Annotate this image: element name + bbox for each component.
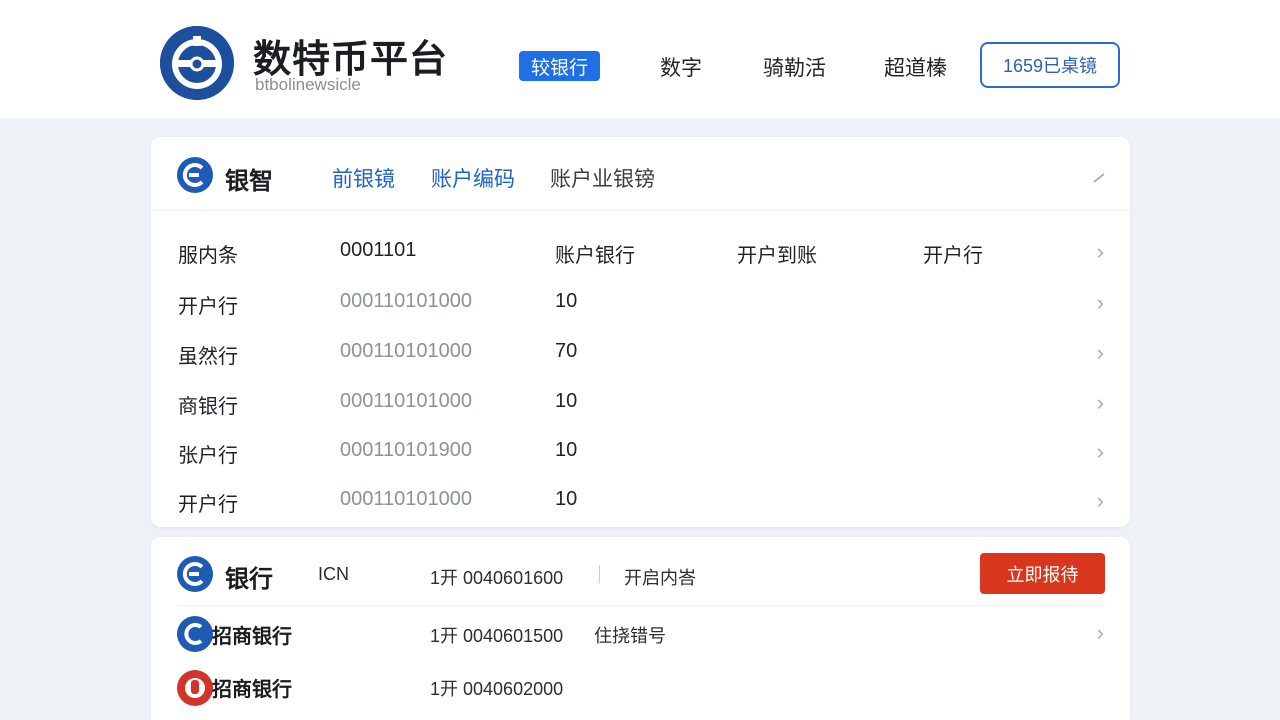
chevron-right-icon: › xyxy=(1096,488,1104,513)
card-divider xyxy=(177,605,1106,606)
table-row[interactable]: 开户行 000110101000 10 › xyxy=(151,476,1130,524)
nav-item-1[interactable]: 较银行 xyxy=(519,51,601,81)
chevron-right-icon: › xyxy=(1096,340,1104,365)
brand-logo-icon[interactable] xyxy=(160,26,234,100)
column-label: ICN xyxy=(318,564,349,584)
account-code: 1开 0040601500 xyxy=(430,626,564,646)
chevron-right-icon: › xyxy=(1096,239,1104,264)
row-value: 10 xyxy=(555,390,578,412)
brand-subtitle: btbolinewsicle xyxy=(255,75,361,94)
row-code: 000110101000 xyxy=(340,290,472,312)
table-row[interactable]: 开户行 000110101000 10 › xyxy=(151,278,1130,326)
bank-row[interactable]: 招商银行 1开 0040601500 住挠错号 › xyxy=(151,607,1130,659)
bank-name: 招商银行 xyxy=(212,626,292,648)
row-value: 10 xyxy=(555,290,578,312)
separator xyxy=(599,565,600,583)
row-label: 张户行 xyxy=(178,445,238,467)
account-code: 1开 0040601600 xyxy=(430,568,564,588)
row-label: 开户行 xyxy=(178,494,238,516)
chevron-right-icon: › xyxy=(1096,620,1104,645)
chevron-right-icon: › xyxy=(1096,390,1104,415)
header-cell-1: 服内条 xyxy=(178,245,238,267)
account-note: 开启内峇 xyxy=(624,568,696,588)
header-cell-3: 账户银行 xyxy=(555,245,635,267)
tab-3[interactable]: 账户业银镑 xyxy=(550,163,655,193)
account-card: 银智 前银镜 账户编码 账户业银镑 服内条 0001101 账户银行 开户到账 … xyxy=(151,137,1130,527)
header-cell-2: 0001101 xyxy=(340,239,417,261)
chevron-right-icon: › xyxy=(1096,439,1104,464)
bank-logo-icon xyxy=(177,556,213,592)
tab-1[interactable]: 前银镜 xyxy=(332,163,395,193)
bank-logo-icon xyxy=(177,670,213,706)
row-value: 70 xyxy=(555,340,578,362)
card-title: 银行 xyxy=(225,566,273,593)
chevron-right-icon: › xyxy=(1096,290,1104,315)
header-cta-button[interactable]: 1659已桌镜 xyxy=(980,42,1120,88)
nav-item-3[interactable]: 骑勒活 xyxy=(763,52,826,82)
card-title: 银智 xyxy=(225,168,273,195)
table-header-row[interactable]: 服内条 0001101 账户银行 开户到账 开户行 › xyxy=(151,227,1130,275)
bank-name: 招商银行 xyxy=(212,679,292,701)
bank-logo-icon xyxy=(177,157,213,193)
top-header: 数特币平台 btbolinewsicle 较银行 数字 骑勒活 超道榛 1659… xyxy=(0,0,1280,118)
tab-2[interactable]: 账户编码 xyxy=(431,163,515,193)
bank-card: 银行 ICN 1开 0040601600 开启内峇 立即报待 招商银行 1开 0… xyxy=(151,537,1130,720)
card-divider xyxy=(151,210,1130,211)
account-note: 住挠错号 xyxy=(594,626,666,646)
row-code: 000110101000 xyxy=(340,340,472,362)
bank-logo-icon xyxy=(177,616,213,652)
row-label: 虽然行 xyxy=(178,346,238,368)
table-row[interactable]: 张户行 000110101900 10 › xyxy=(151,427,1130,475)
row-code: 000110101000 xyxy=(340,390,472,412)
bank-header-row: 银行 ICN 1开 0040601600 开启内峇 立即报待 xyxy=(151,547,1130,599)
row-label: 开户行 xyxy=(178,296,238,318)
table-row[interactable]: 虽然行 000110101000 70 › xyxy=(151,328,1130,376)
action-button[interactable]: 立即报待 xyxy=(980,553,1105,594)
header-cell-5: 开户行 xyxy=(923,245,983,267)
account-code: 1开 0040602000 xyxy=(430,679,564,699)
row-code: 000110101000 xyxy=(340,488,472,510)
nav-item-2[interactable]: 数字 xyxy=(660,52,702,82)
row-code: 000110101900 xyxy=(340,439,472,461)
header-cell-4: 开户到账 xyxy=(737,245,817,267)
nav-item-4[interactable]: 超道榛 xyxy=(884,52,947,82)
row-label: 商银行 xyxy=(178,396,238,418)
bank-row[interactable]: 招商银行 1开 0040602000 xyxy=(151,661,1130,713)
row-value: 10 xyxy=(555,488,578,510)
collapse-icon[interactable] xyxy=(1092,170,1106,184)
table-row[interactable]: 商银行 000110101000 10 › xyxy=(151,378,1130,426)
row-value: 10 xyxy=(555,439,578,461)
